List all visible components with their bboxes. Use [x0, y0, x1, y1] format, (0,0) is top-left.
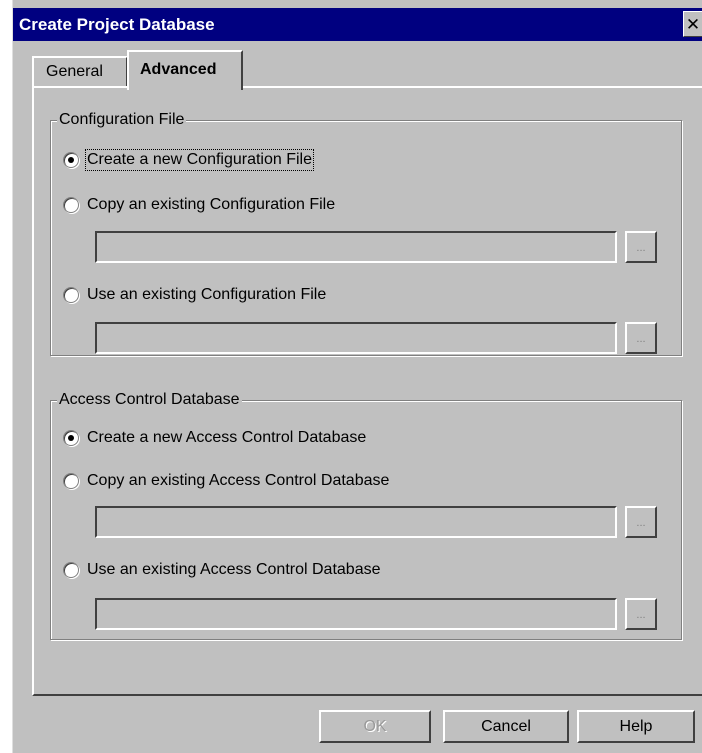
title-bar[interactable]: Create Project Database ✕: [13, 8, 702, 41]
configuration-file-group: Configuration File Create a new Configur…: [50, 111, 682, 356]
copy-acl-browse-button[interactable]: ...: [625, 506, 657, 538]
copy-existing-acl-label: Copy an existing Access Control Database: [87, 472, 390, 489]
use-existing-acl-radio[interactable]: [63, 562, 79, 578]
help-button[interactable]: Help: [577, 710, 695, 743]
tab-general[interactable]: General: [32, 56, 128, 86]
tab-advanced-label: Advanced: [140, 61, 217, 78]
use-acl-browse-button[interactable]: ...: [625, 598, 657, 630]
create-project-database-dialog: Create Project Database ✕ General Advanc…: [12, 0, 702, 753]
create-new-config-option[interactable]: Create a new Configuration File: [63, 148, 315, 172]
copy-existing-acl-radio[interactable]: [63, 473, 79, 489]
access-control-database-group: Access Control Database Create a new Acc…: [50, 391, 682, 640]
tab-general-label: General: [46, 63, 103, 80]
copy-existing-acl-option[interactable]: Copy an existing Access Control Database: [63, 469, 389, 493]
advanced-tab-panel: Configuration File Create a new Configur…: [32, 86, 702, 696]
ok-button[interactable]: OK: [319, 710, 431, 743]
use-acl-path-field[interactable]: [95, 598, 617, 630]
create-new-acl-radio[interactable]: [63, 430, 79, 446]
use-existing-config-label: Use an existing Configuration File: [87, 286, 327, 303]
create-new-acl-option[interactable]: Create a new Access Control Database: [63, 426, 366, 450]
copy-existing-config-option[interactable]: Copy an existing Configuration File: [63, 193, 335, 217]
cancel-button[interactable]: Cancel: [443, 710, 569, 743]
window-title: Create Project Database: [19, 15, 215, 34]
use-existing-acl-label: Use an existing Access Control Database: [87, 561, 381, 578]
close-icon[interactable]: ✕: [683, 11, 702, 37]
copy-existing-config-radio[interactable]: [63, 197, 79, 213]
create-new-acl-label: Create a new Access Control Database: [87, 429, 367, 446]
copy-acl-path-field[interactable]: [95, 506, 617, 538]
access-control-database-legend: Access Control Database: [57, 391, 242, 409]
use-config-browse-button[interactable]: ...: [625, 322, 657, 354]
create-new-config-label: Create a new Configuration File: [84, 149, 315, 171]
tab-advanced[interactable]: Advanced: [127, 50, 243, 90]
use-existing-config-radio[interactable]: [63, 287, 79, 303]
use-existing-config-option[interactable]: Use an existing Configuration File: [63, 283, 326, 307]
copy-config-path-field[interactable]: [95, 231, 617, 263]
configuration-file-legend: Configuration File: [57, 111, 187, 129]
use-existing-acl-option[interactable]: Use an existing Access Control Database: [63, 558, 380, 582]
use-config-path-field[interactable]: [95, 322, 617, 354]
copy-config-browse-button[interactable]: ...: [625, 231, 657, 263]
copy-existing-config-label: Copy an existing Configuration File: [87, 196, 336, 213]
create-new-config-radio[interactable]: [63, 152, 79, 168]
